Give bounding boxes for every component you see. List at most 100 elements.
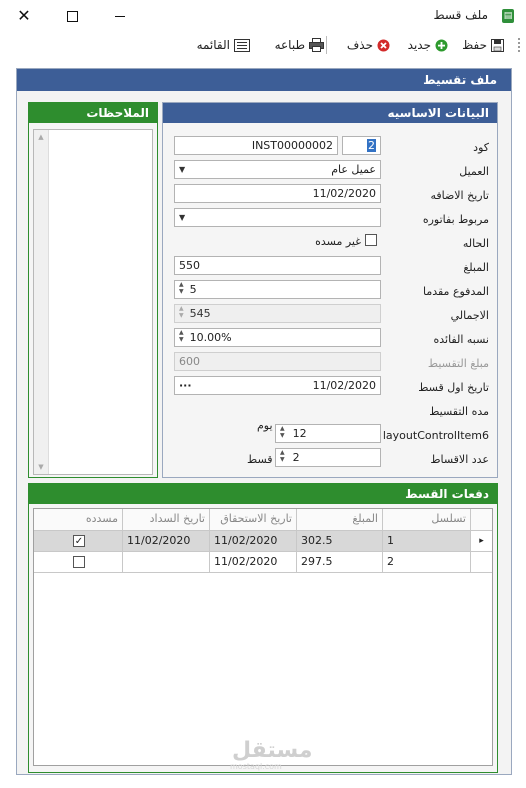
watermark-logo: مستقل [232,738,313,763]
panel-header: ملف تقسيط [17,69,511,91]
first-date-field[interactable]: ··· 11/02/2020 [174,376,381,395]
duration-spinner[interactable]: ▲ ▼ 12 [275,424,381,443]
invoice-label: مربوط بفاتوره [422,213,489,226]
maximize-button[interactable] [60,5,84,27]
row-indicator[interactable]: ▸ [471,531,492,552]
list-icon [234,38,250,52]
spin-icon[interactable]: ▲ ▼ [179,281,184,298]
code-id-field[interactable]: 2 [342,136,381,155]
inst-amount-field: 600 [174,352,381,371]
save-button[interactable]: حفظ [462,35,504,55]
customer-select[interactable]: ▼ عميل عام [174,160,381,179]
code-field[interactable]: INST00000002 [174,136,338,155]
delete-button[interactable]: حذف [347,35,390,55]
payments-group: دفعات القسط تسلسل المبلغ تاريخ الاستحقاق… [28,483,498,773]
close-button[interactable]: ✕ [12,5,36,27]
status-checkbox[interactable] [365,234,377,246]
customer-label: العميل [459,165,489,178]
print-button[interactable]: طباعه [275,35,324,55]
ellipsis-icon[interactable]: ··· [179,377,192,394]
chevron-down-icon: ▼ [179,165,186,174]
save-label: حفظ [462,38,487,52]
new-label: جديد [407,38,431,52]
count-spinner[interactable]: ▲ ▼ 2 [275,448,381,467]
notes-textarea[interactable]: ▲ ▼ [33,129,153,475]
interest-spinner[interactable]: ▲ ▼ 10.00% [174,328,381,347]
advance-label: المدفوع مقدما [422,285,489,298]
basic-data-header: البيانات الاساسيه [163,103,497,123]
new-button[interactable]: جديد [408,35,448,55]
save-icon [491,38,504,52]
notes-header: الملاحظات [29,103,157,123]
first-date-label: تاريخ اول قسط [418,381,489,394]
spin-icon[interactable]: ▲ ▼ [280,425,285,442]
add-icon [435,39,448,51]
count-value: 2 [292,451,300,464]
date-added-label: تاريخ الاضافه [430,189,489,202]
paid-checkbox[interactable] [73,556,85,568]
count-label: عدد الاقساط [430,453,489,466]
count-unit: قسط [247,453,273,466]
row-indicator-header [471,509,492,531]
column-header-due-date[interactable]: تاريخ الاستحقاق [210,509,297,531]
chevron-down-icon: ▼ [179,213,186,222]
paid-checkbox[interactable]: ✓ [73,535,85,547]
advance-value: 5 [189,283,197,296]
code-id-value: 2 [367,139,376,152]
scroll-up-icon[interactable]: ▲ [34,133,48,141]
inst-amount-label: مبلغ التقسيط [427,357,489,370]
interest-label: نسبه الفائده [433,333,489,346]
basic-data-group: البيانات الاساسيه كود 2 INST00000002 الع… [162,102,498,478]
spin-icon[interactable]: ▲ ▼ [280,449,285,466]
maximize-icon [66,11,78,22]
app-icon: ▤ [502,9,514,23]
scroll-down-icon[interactable]: ▼ [34,463,48,471]
table-cell-amount[interactable]: 302.5 [297,531,383,552]
total-spinner: ▲ ▼ 545 [174,304,381,323]
toolbar-grip[interactable] [518,38,522,52]
table-cell-seq[interactable]: 1 [383,531,471,552]
table-cell-paid[interactable]: ✓ [34,531,123,552]
duration-value: 12 [292,427,307,440]
minimize-icon [115,16,125,17]
table-cell-paid-date[interactable] [123,552,210,573]
window-title: ملف قسط [433,8,488,22]
notes-group: الملاحظات ▲ ▼ [28,102,158,478]
code-label: كود [473,141,489,154]
layout-item-label: layoutControlItem6 [382,429,489,442]
total-label: الاجمالي [450,309,489,322]
first-date-value: 11/02/2020 [312,379,376,392]
installment-panel: ملف تقسيط البيانات الاساسيه كود 2 INST00… [16,68,512,775]
spin-icon: ▲ ▼ [179,305,184,319]
column-header-amount[interactable]: المبلغ [297,509,383,531]
table-cell-amount[interactable]: 297.5 [297,552,383,573]
table-cell-paid[interactable] [34,552,123,573]
column-header-seq[interactable]: تسلسل [383,509,471,531]
printer-icon [309,38,324,52]
column-header-paid-date[interactable]: تاريخ السداد [123,509,210,531]
panel-title: ملف تقسيط [423,73,497,87]
table-cell-due[interactable]: 11/02/2020 [210,531,297,552]
title-bar: ✕ ملف قسط ▤ [0,0,526,32]
table-cell-seq[interactable]: 2 [383,552,471,573]
invoice-select[interactable]: ▼ [174,208,381,227]
minimize-button[interactable] [108,5,132,27]
toolbar: حفظ جديد حذف طباعه القائمه [0,32,526,58]
list-label: القائمه [196,38,230,52]
table-cell-paid-date[interactable]: 11/02/2020 [123,531,210,552]
column-header-paid[interactable]: مسدده [34,509,123,531]
list-button[interactable]: القائمه [197,35,250,55]
spin-icon[interactable]: ▲ ▼ [179,329,184,346]
amount-field[interactable]: 550 [174,256,381,275]
table-cell-due[interactable]: 11/02/2020 [210,552,297,573]
payments-grid[interactable]: تسلسل المبلغ تاريخ الاستحقاق تاريخ السدا… [33,508,493,766]
notes-scrollbar[interactable]: ▲ ▼ [34,130,49,474]
status-check-label: غير مسده [315,235,361,248]
print-label: طباعه [274,38,305,52]
payments-header: دفعات القسط [29,484,497,504]
row-indicator[interactable] [471,552,492,573]
delete-label: حذف [346,38,373,52]
duration-label: مده التقسيط [429,405,489,418]
date-added-field[interactable]: 11/02/2020 [174,184,381,203]
advance-spinner[interactable]: ▲ ▼ 5 [174,280,381,299]
